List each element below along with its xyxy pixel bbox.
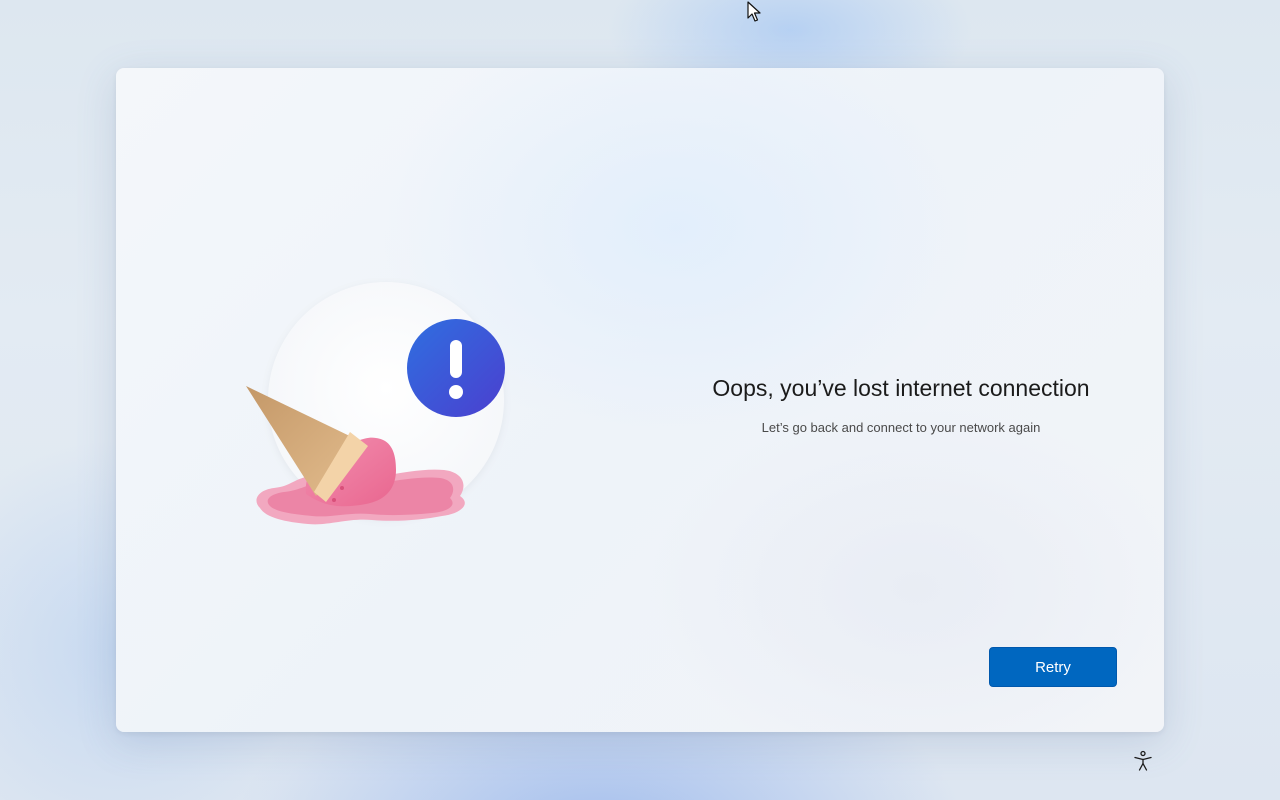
accessibility-icon[interactable] [1132, 750, 1154, 772]
error-message: Oops, you’ve lost internet connection Le… [656, 373, 1146, 437]
melted-ice-cream-illustration [246, 278, 516, 528]
error-title: Oops, you’ve lost internet connection [712, 375, 1090, 401]
oobe-dialog: Oops, you’ve lost internet connection Le… [116, 68, 1164, 732]
mouse-cursor-icon [747, 1, 761, 22]
retry-button[interactable]: Retry [989, 647, 1117, 687]
error-subtitle: Let’s go back and connect to your networ… [761, 420, 1041, 435]
